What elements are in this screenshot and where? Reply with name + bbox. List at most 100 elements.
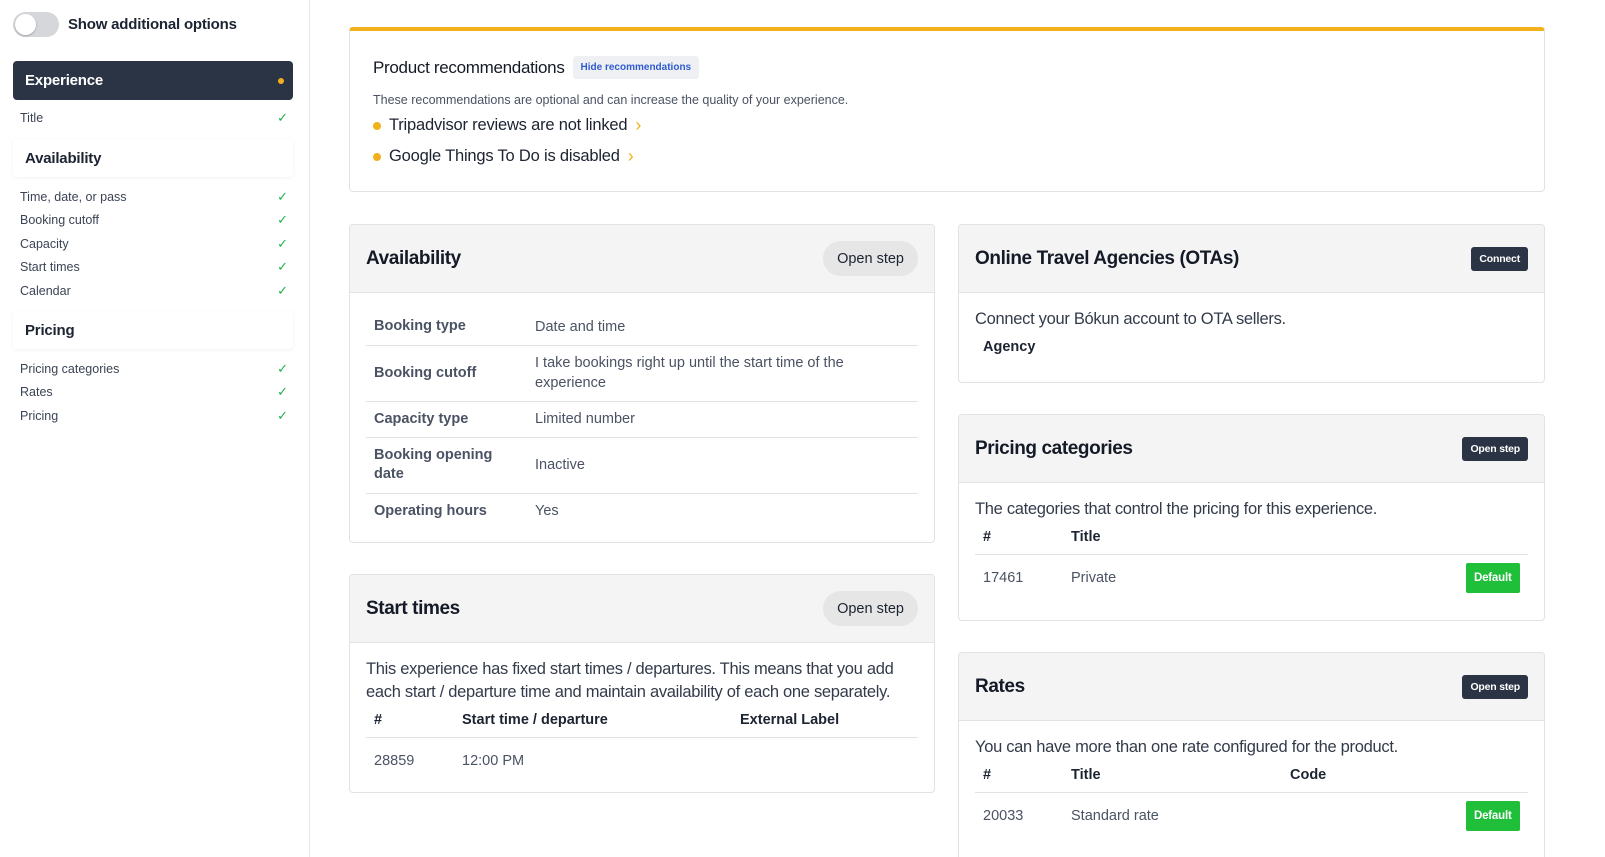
row-key: Booking cutoff <box>366 345 527 402</box>
rate-id: 20033 <box>983 808 1024 825</box>
sidebar-item-label: Pricing <box>20 409 59 423</box>
toggle-label: Show additional options <box>68 16 237 33</box>
sidebar-section-pricing[interactable]: Pricing <box>13 311 293 349</box>
check-icon: ✓ <box>277 283 288 298</box>
recommendation-label: Tripadvisor reviews are not linked <box>389 116 628 134</box>
rate-code <box>1282 792 1458 840</box>
status-dot-icon <box>278 77 284 84</box>
recommendation-item-google-things-to-do[interactable]: Google Things To Do is disabled › <box>373 146 634 167</box>
start-times-body: This experience has fixed start times / … <box>350 643 934 785</box>
start-times-description: This experience has fixed start times / … <box>366 660 894 701</box>
column-header: Start time / departure <box>454 704 732 738</box>
status-dot-icon <box>373 152 381 161</box>
sidebar-item-label: Time, date, or pass <box>20 190 127 204</box>
availability-title: Availability <box>366 247 461 269</box>
sidebar-section-availability[interactable]: Availability <box>13 139 293 177</box>
hide-recommendations-button[interactable]: Hide recommendations <box>572 56 700 79</box>
column-header: # <box>366 704 454 738</box>
status-dot-icon <box>373 121 381 130</box>
rates-body: You can have more than one rate configur… <box>959 721 1544 840</box>
rates-open-step-button[interactable]: Open step <box>1462 674 1528 699</box>
sidebar-item-start-times[interactable]: Start times ✓ <box>20 257 288 277</box>
sidebar-section-label: Pricing <box>25 321 75 339</box>
agency-label: Agency <box>983 339 1036 355</box>
table-row: 28859 12:00 PM <box>366 737 918 785</box>
sidebar-item-rates[interactable]: Rates ✓ <box>20 382 288 402</box>
rates-title: Rates <box>975 675 1025 697</box>
row-value: Date and time <box>527 309 918 346</box>
pricing-category-title: Private <box>1071 570 1117 587</box>
row-value: Limited number <box>527 401 918 438</box>
default-badge[interactable]: Default <box>1466 801 1520 832</box>
recommendations-header: Product recommendations Hide recommendat… <box>373 56 700 79</box>
sidebar-item-booking-cutoff[interactable]: Booking cutoff ✓ <box>20 210 288 230</box>
sidebar-item-pricing[interactable]: Pricing ✓ <box>20 406 288 426</box>
check-icon: ✓ <box>277 361 288 376</box>
table-row: Capacity type Limited number <box>366 401 918 438</box>
sidebar-item-calendar[interactable]: Calendar ✓ <box>20 281 288 301</box>
start-times-title: Start times <box>366 597 460 619</box>
start-times-open-step-button[interactable]: Open step <box>823 591 918 626</box>
column-header-empty <box>1458 759 1528 793</box>
badge-cell: Default <box>1458 792 1528 840</box>
table-row: 20033 Standard rate Default <box>975 792 1528 840</box>
pricing-categories-open-step-button[interactable]: Open step <box>1462 436 1528 461</box>
sidebar-item-label: Booking cutoff <box>20 213 99 227</box>
start-times-table: # Start time / departure External Label … <box>366 704 918 785</box>
table-row: 17461 Private Default <box>975 554 1528 602</box>
pricing-categories-body: The categories that control the pricing … <box>959 483 1544 602</box>
badge-cell: Default <box>1458 554 1528 602</box>
availability-header: Availability Open step <box>350 225 934 293</box>
start-time-id: 28859 <box>374 753 415 770</box>
column-header-empty <box>1458 521 1528 555</box>
rates-table: # Title Code 20033 Standard rate Default <box>975 759 1528 840</box>
sidebar-item-label: Calendar <box>20 284 71 298</box>
start-time-value: 12:00 PM <box>462 753 525 770</box>
column-header: Code <box>1282 759 1458 793</box>
otas-title: Online Travel Agencies (OTAs) <box>975 247 1239 269</box>
default-badge[interactable]: Default <box>1466 563 1520 594</box>
check-icon: ✓ <box>277 212 288 227</box>
sidebar-item-label: Capacity <box>20 237 69 251</box>
sidebar-item-time-date-pass[interactable]: Time, date, or pass ✓ <box>20 187 288 207</box>
sidebar-item-pricing-categories[interactable]: Pricing categories ✓ <box>20 359 288 379</box>
table-header-row: # Title <box>975 521 1528 555</box>
availability-body: Booking type Date and time Booking cutof… <box>350 293 934 529</box>
otas-connect-button[interactable]: Connect <box>1471 246 1528 271</box>
sidebar-item-label: Rates <box>20 385 53 399</box>
start-time-external-label <box>732 737 918 785</box>
otas-card: Online Travel Agencies (OTAs) Connect Co… <box>958 224 1545 383</box>
recommendation-item-tripadvisor[interactable]: Tripadvisor reviews are not linked › <box>373 115 641 136</box>
otas-body: Connect your Bókun account to OTA seller… <box>959 293 1544 355</box>
row-key: Booking opening date <box>366 437 527 494</box>
row-key: Booking type <box>366 309 527 346</box>
check-icon: ✓ <box>277 384 288 399</box>
pricing-categories-card: Pricing categories Open step The categor… <box>958 414 1545 621</box>
sidebar: Show additional options Experience Title… <box>0 0 310 857</box>
check-icon: ✓ <box>277 236 288 251</box>
rates-card: Rates Open step You can have more than o… <box>958 652 1545 857</box>
recommendation-label: Google Things To Do is disabled <box>389 147 620 165</box>
sidebar-item-title[interactable]: Title ✓ <box>20 108 288 128</box>
chevron-right-icon: › <box>627 146 634 166</box>
table-row: Booking type Date and time <box>366 309 918 346</box>
additional-options-toggle-row[interactable]: Show additional options <box>13 12 237 37</box>
sidebar-item-label: Start times <box>20 260 80 274</box>
recommendations-subtitle: These recommendations are optional and c… <box>373 93 849 107</box>
row-key: Operating hours <box>374 502 487 519</box>
availability-open-step-button[interactable]: Open step <box>823 241 918 276</box>
pricing-categories-header: Pricing categories Open step <box>959 415 1544 483</box>
rates-header: Rates Open step <box>959 653 1544 721</box>
sidebar-item-capacity[interactable]: Capacity ✓ <box>20 234 288 254</box>
start-times-card: Start times Open step This experience ha… <box>349 574 935 793</box>
product-recommendations-card: Product recommendations Hide recommendat… <box>349 27 1545 192</box>
sidebar-item-label: Pricing categories <box>20 362 120 376</box>
sidebar-section-label: Experience <box>25 72 104 89</box>
sidebar-section-experience[interactable]: Experience <box>13 61 293 100</box>
recommendations-title: Product recommendations <box>373 57 565 77</box>
additional-options-toggle[interactable] <box>13 12 59 37</box>
check-icon: ✓ <box>277 408 288 423</box>
pricing-category-id: 17461 <box>983 570 1024 587</box>
pricing-categories-table: # Title 17461 Private Default <box>975 521 1528 602</box>
check-icon: ✓ <box>277 110 288 125</box>
